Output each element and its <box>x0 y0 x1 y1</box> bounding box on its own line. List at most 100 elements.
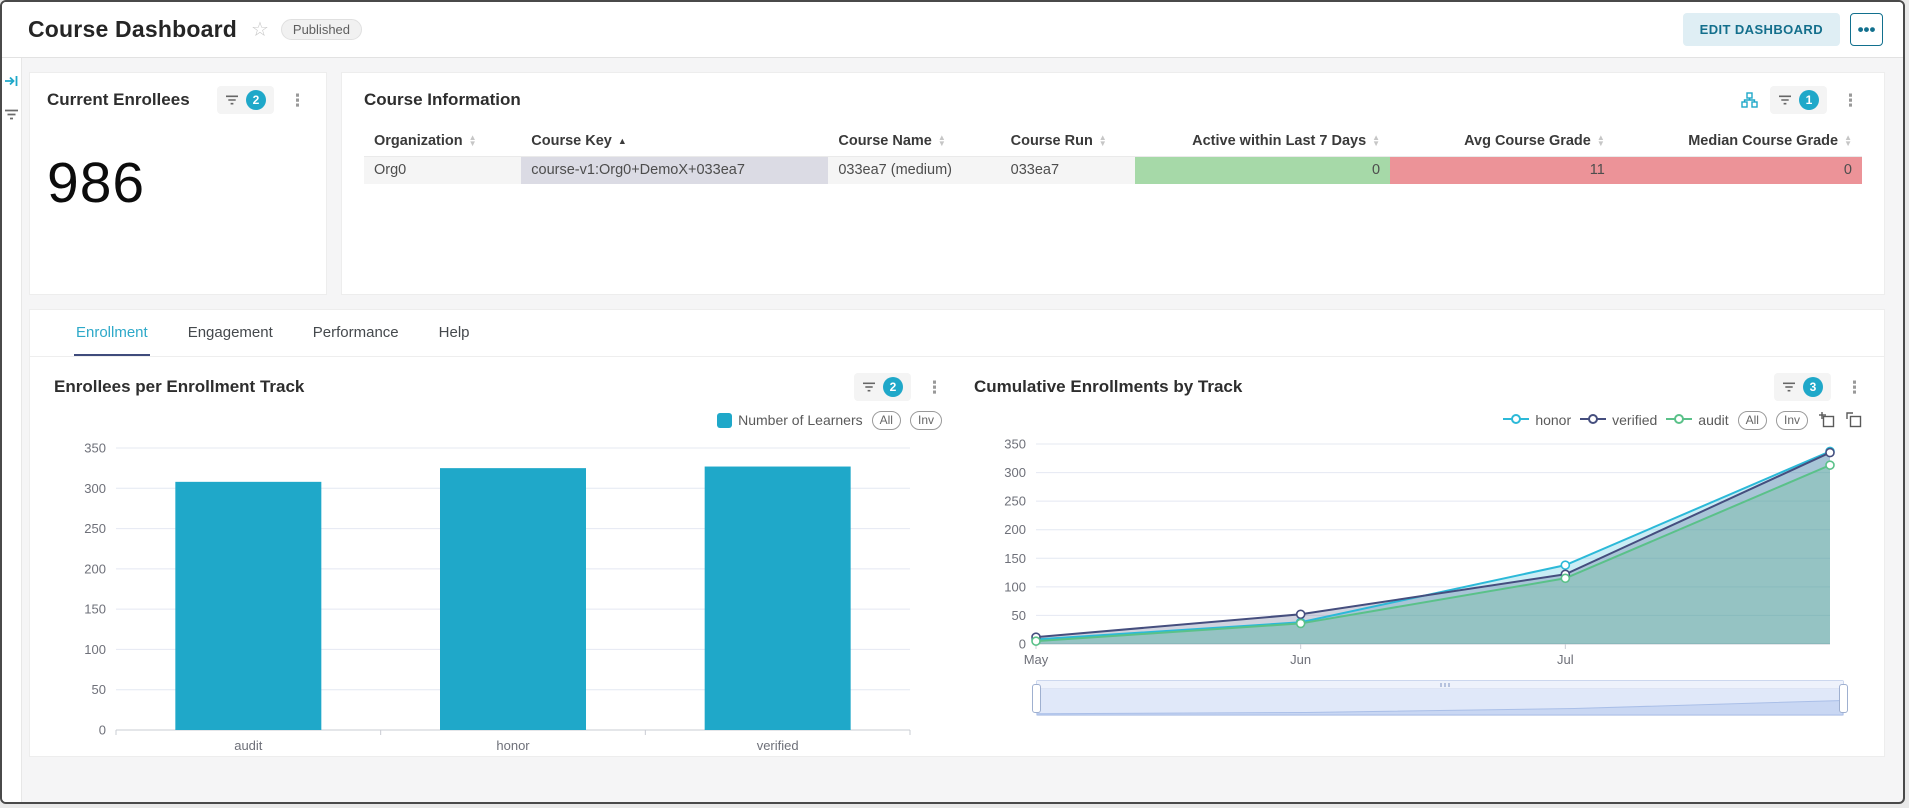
top-bar: Course Dashboard ☆ Published EDIT DASHBO… <box>2 2 1903 58</box>
chart-kebab-menu[interactable]: ⋮ <box>1843 379 1866 396</box>
svg-text:100: 100 <box>1004 579 1026 594</box>
filter-count-badge: 2 <box>883 377 903 397</box>
page-title: Course Dashboard <box>28 16 237 42</box>
legend-item-honor[interactable]: honor <box>1503 412 1571 428</box>
column-header-course-run[interactable]: Course Run <box>1000 127 1136 157</box>
time-range-slider[interactable] <box>1032 680 1848 716</box>
filter-icon <box>1783 382 1795 392</box>
column-header-course-name[interactable]: Course Name <box>828 127 1001 157</box>
legend-all-pill[interactable]: All <box>1737 410 1767 430</box>
enrollees-per-track-panel: Enrollees per Enrollment Track 2 ⋮ Numbe… <box>40 365 960 764</box>
charts-row: Enrollees per Enrollment Track 2 ⋮ Numbe… <box>30 357 1884 764</box>
dashboard-content: Current Enrollees 2 ⋮ 986 Course Informa… <box>2 58 1903 802</box>
svg-text:May: May <box>1024 652 1049 667</box>
applied-filters-chip[interactable]: 1 <box>1770 86 1827 114</box>
cell-course-key: course-v1:Org0+DemoX+033ea7 <box>521 156 829 184</box>
legend-swatch <box>717 412 733 428</box>
filter-icon <box>863 382 875 392</box>
filter-count-badge: 1 <box>1799 90 1819 110</box>
legend-inv-pill[interactable]: Inv <box>1775 410 1808 430</box>
line-chart-title: Cumulative Enrollments by Track <box>974 377 1243 396</box>
filter-count-badge: 2 <box>246 90 266 110</box>
column-header-course-key[interactable]: Course Key <box>521 127 829 157</box>
svg-text:50: 50 <box>1012 608 1026 623</box>
legend-all-pill[interactable]: All <box>871 410 901 430</box>
line-chart-svg[interactable]: 0 50 100 150 200 250 300 350 May Jun Jul <box>974 432 1854 670</box>
course-information-card: Course Information 1 ⋮ Organization▲ ▼ C… <box>341 72 1885 295</box>
bar-chart-title: Enrollees per Enrollment Track <box>54 377 305 396</box>
svg-text:100: 100 <box>84 642 106 657</box>
line-legend-marker <box>1666 412 1693 428</box>
cell-course-name: 033ea7 (medium) <box>828 156 1001 184</box>
sort-icon <box>469 135 477 147</box>
cell-organization: Org0 <box>364 156 522 184</box>
applied-filters-chip[interactable]: 3 <box>1774 373 1831 401</box>
slider-move-handle[interactable] <box>1037 681 1843 689</box>
chart-kebab-menu[interactable]: ⋮ <box>923 379 946 396</box>
svg-text:200: 200 <box>84 561 106 576</box>
chart-kebab-menu[interactable]: ⋮ <box>1839 92 1862 109</box>
svg-text:200: 200 <box>1004 522 1026 537</box>
applied-filters-chip[interactable]: 2 <box>854 373 911 401</box>
tab-help[interactable]: Help <box>437 324 472 356</box>
tab-performance[interactable]: Performance <box>311 324 401 356</box>
sort-icon <box>1597 135 1605 147</box>
filter-icon <box>226 95 238 105</box>
filter-icon <box>1779 95 1791 105</box>
sort-icon <box>1844 135 1852 147</box>
tab-engagement[interactable]: Engagement <box>186 324 275 356</box>
legend-inv-pill[interactable]: Inv <box>909 410 942 430</box>
column-header-organization[interactable]: Organization <box>364 127 522 157</box>
cell-median-grade: 0 <box>1614 156 1862 184</box>
legend-item-verified[interactable]: verified <box>1580 412 1657 428</box>
topbar-actions: EDIT DASHBOARD ••• <box>1682 13 1883 46</box>
status-badge: Published <box>280 19 363 40</box>
course-information-table: Organization Course Key Course Name Cour… <box>364 127 1862 184</box>
cumulative-enrollments-panel: Cumulative Enrollments by Track 3 ⋮ hono… <box>960 365 1880 764</box>
svg-text:300: 300 <box>1004 465 1026 480</box>
zoom-reset-icon[interactable] <box>1846 412 1862 428</box>
slider-right-handle[interactable] <box>1839 684 1848 713</box>
legend-item-number-of-learners[interactable]: Number of Learners <box>717 412 863 428</box>
slider-left-handle[interactable] <box>1032 684 1041 713</box>
bar-chart-svg[interactable]: 0 50 100 150 200 250 300 350 audit honor verified <box>54 432 934 764</box>
filter-bar-rail <box>2 58 22 802</box>
grip-icon <box>1440 683 1454 687</box>
svg-text:0: 0 <box>1019 637 1026 652</box>
svg-text:0: 0 <box>99 723 106 738</box>
sort-icon <box>1372 135 1380 147</box>
zoom-select-icon[interactable] <box>1819 412 1835 428</box>
filter-count-badge: 3 <box>1803 377 1823 397</box>
chart-kebab-menu[interactable]: ⋮ <box>286 92 309 109</box>
legend-item-audit[interactable]: audit <box>1666 412 1729 428</box>
expand-filter-bar-icon[interactable] <box>4 74 19 88</box>
line-legend-marker <box>1580 412 1607 428</box>
current-enrollees-value: 986 <box>47 151 146 215</box>
dashboard-page: Course Dashboard ☆ Published EDIT DASHBO… <box>0 0 1905 804</box>
current-enrollees-card: Current Enrollees 2 ⋮ 986 <box>29 72 327 295</box>
tabs-card: Enrollment Engagement Performance Help E… <box>29 309 1885 757</box>
column-header-active-7-days[interactable]: Active within Last 7 Days <box>1135 127 1391 157</box>
applied-filters-chip[interactable]: 2 <box>217 86 274 114</box>
table-row: Org0 course-v1:Org0+DemoX+033ea7 033ea7 … <box>364 156 1862 184</box>
favorite-star-icon[interactable]: ☆ <box>251 17 269 42</box>
cell-avg-grade: 11 <box>1390 156 1615 184</box>
svg-text:Jul: Jul <box>1557 652 1574 667</box>
table-header-row: Organization Course Key Course Name Cour… <box>364 127 1862 157</box>
cell-active-7-days: 0 <box>1135 156 1391 184</box>
svg-text:Jun: Jun <box>1290 652 1311 667</box>
top-charts-row: Current Enrollees 2 ⋮ 986 Course Informa… <box>29 72 1885 295</box>
cross-filter-icon[interactable] <box>1741 92 1758 108</box>
bar-chart-legend: Number of Learners All Inv <box>54 408 942 432</box>
filter-icon[interactable] <box>4 108 19 121</box>
tab-enrollment[interactable]: Enrollment <box>74 324 150 356</box>
dashboard-menu-button[interactable]: ••• <box>1850 13 1883 46</box>
svg-text:verified: verified <box>757 738 799 753</box>
sort-asc-icon <box>618 136 627 146</box>
course-information-title: Course Information <box>364 90 521 109</box>
line-legend-marker <box>1503 412 1530 428</box>
edit-dashboard-button[interactable]: EDIT DASHBOARD <box>1682 13 1840 46</box>
slider-minichart <box>1037 699 1843 715</box>
column-header-avg-grade[interactable]: Avg Course Grade <box>1390 127 1615 157</box>
column-header-median-grade[interactable]: Median Course Grade <box>1614 127 1862 157</box>
